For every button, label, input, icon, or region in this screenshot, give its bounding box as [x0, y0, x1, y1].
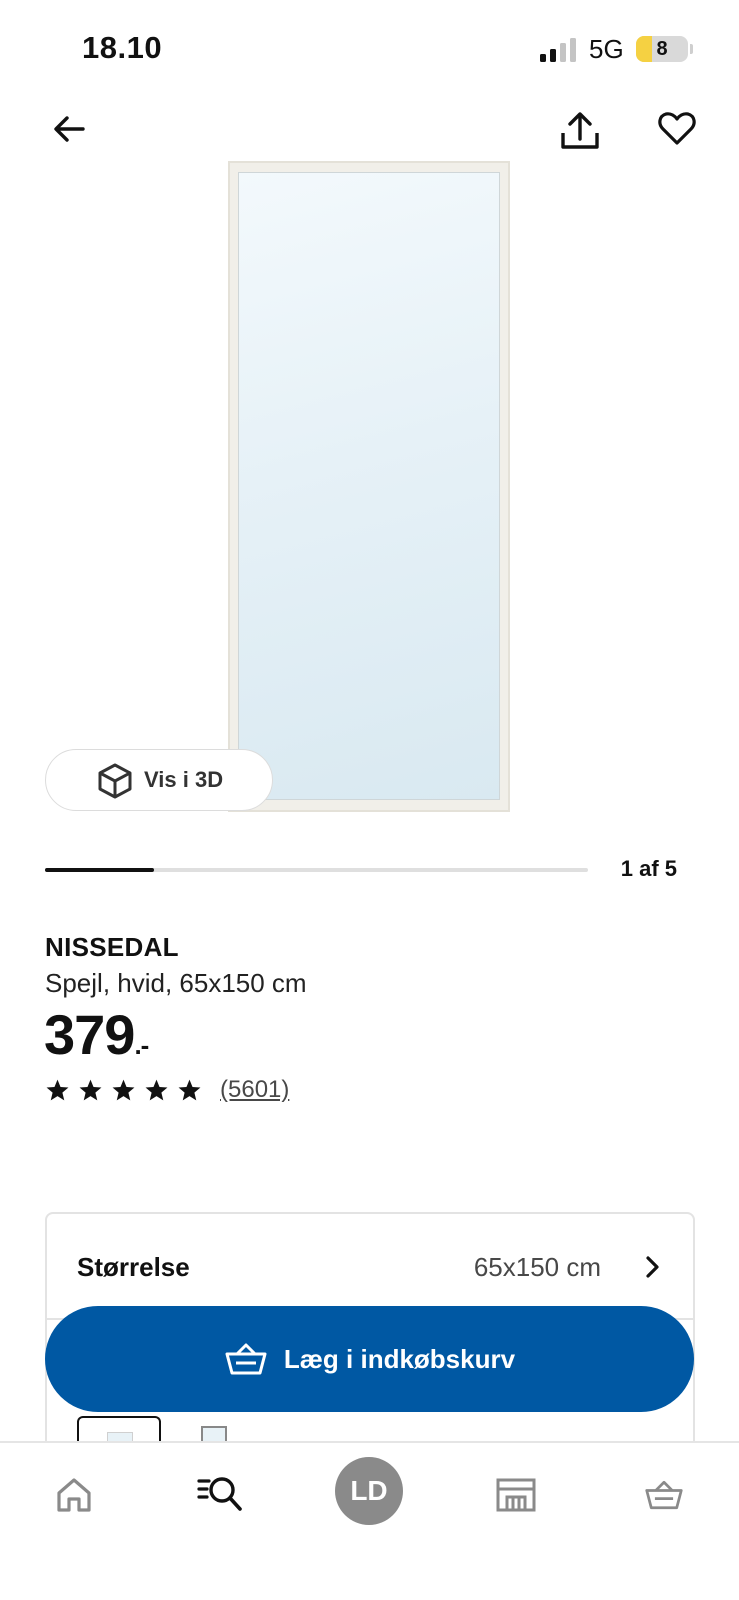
star-icon: [112, 1079, 135, 1100]
star-icon: [79, 1079, 102, 1100]
star-icon: [46, 1079, 69, 1100]
status-time: 18.10: [82, 30, 163, 65]
star-icon: [178, 1079, 201, 1100]
back-button[interactable]: [44, 104, 94, 154]
chevron-right-icon: [646, 1256, 659, 1278]
nav-profile-avatar[interactable]: LD: [335, 1457, 403, 1525]
size-label: Størrelse: [77, 1252, 190, 1282]
nav-search-button[interactable]: [190, 1465, 250, 1525]
favorite-button[interactable]: [652, 104, 702, 154]
gallery-progress-fill: [45, 868, 154, 872]
heart-icon: [658, 112, 696, 145]
review-count-link[interactable]: (5601): [220, 1076, 289, 1104]
basket-icon: [225, 1343, 267, 1375]
gallery-progress-track: [45, 868, 588, 872]
arrow-left-icon: [54, 116, 85, 142]
product-description: Spejl, hvid, 65x150 cm: [45, 968, 307, 998]
bottom-navigation: LD: [0, 1441, 739, 1600]
battery-icon: 8: [636, 36, 688, 62]
nav-cart-button[interactable]: [634, 1465, 694, 1525]
gallery-position: 1 af 5: [620, 856, 677, 881]
price-suffix: .-: [134, 1030, 149, 1060]
battery-level: 8: [656, 38, 668, 60]
cube-3d-icon: [98, 763, 132, 799]
home-icon: [57, 1478, 91, 1512]
store-icon: [496, 1478, 536, 1512]
star-icon: [145, 1079, 168, 1100]
share-button[interactable]: [553, 104, 607, 158]
add-to-cart-button[interactable]: Læg i indkøbskurv: [45, 1306, 694, 1412]
price-value: 379: [44, 1003, 135, 1066]
basket-icon: [645, 1480, 683, 1510]
add-to-cart-label: Læg i indkøbskurv: [283, 1343, 516, 1374]
view-3d-label: Vis i 3D: [144, 767, 224, 792]
mirror-glass: [238, 172, 500, 800]
nav-stores-button[interactable]: [486, 1465, 546, 1525]
network-type: 5G: [589, 34, 624, 64]
share-upload-icon: [561, 112, 599, 149]
battery-cap: [690, 44, 693, 54]
product-rating[interactable]: (5601): [45, 1074, 289, 1106]
view-3d-button[interactable]: Vis i 3D: [45, 749, 273, 811]
search-list-icon: [197, 1477, 242, 1511]
product-price: 379.-: [44, 1002, 149, 1067]
product-image[interactable]: [228, 161, 510, 812]
product-name: NISSEDAL: [45, 932, 179, 962]
signal-strength-icon: [540, 38, 576, 62]
size-value: 65x150 cm: [473, 1252, 601, 1282]
status-bar: 18.10 5G 8: [0, 0, 739, 100]
nav-home-button[interactable]: [44, 1465, 104, 1525]
